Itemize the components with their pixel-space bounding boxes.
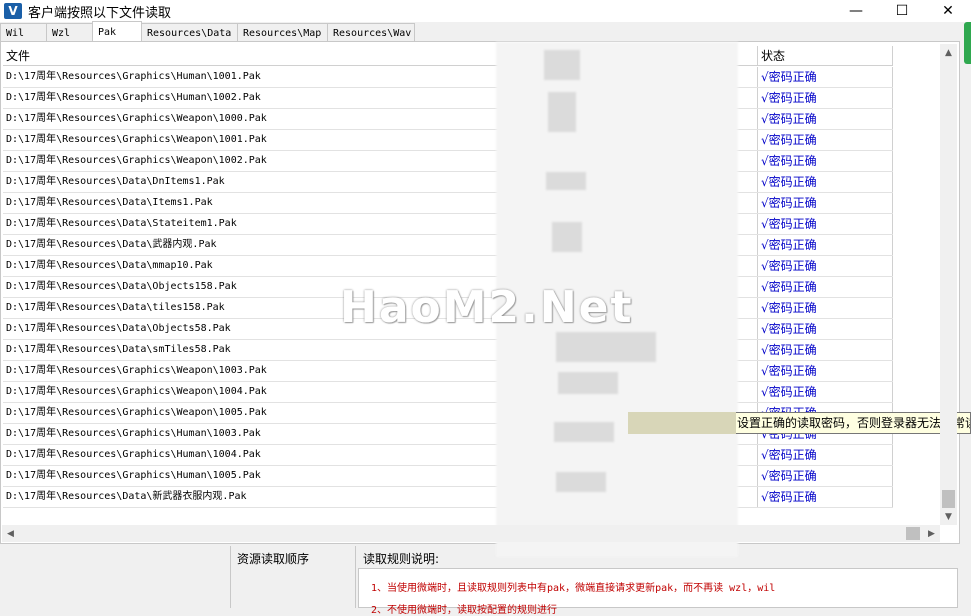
close-button[interactable]: ✕ <box>925 0 971 22</box>
status-cell: √密码正确 <box>758 382 893 402</box>
file-path-cell: D:\17周年\Resources\Graphics\Human\1002.Pa… <box>3 88 544 108</box>
tab-resources-map[interactable]: Resources\Map <box>237 23 328 42</box>
table-row[interactable]: D:\17周年\Resources\Graphics\Weapon\1004.P… <box>3 382 893 403</box>
file-path-cell: D:\17周年\Resources\Graphics\Weapon\1001.P… <box>3 130 544 150</box>
file-path-cell: D:\17周年\Resources\Data\Stateitem1.Pak <box>3 214 544 234</box>
table-row[interactable]: D:\17周年\Resources\Graphics\Human\1004.Pa… <box>3 445 893 466</box>
status-cell: √密码正确 <box>758 193 893 213</box>
rule-line: 1、当使用微端时，且读取规则列表中有pak，微端直接请求更新pak，而不再读 w… <box>371 583 776 594</box>
scroll-down-icon[interactable]: ▼ <box>940 508 957 525</box>
tab-resources-data[interactable]: Resources\Data <box>141 23 238 42</box>
status-cell: √密码正确 <box>758 298 893 318</box>
file-path-cell: D:\17周年\Resources\Graphics\Human\1001.Pa… <box>3 67 544 87</box>
vertical-scroll-thumb[interactable] <box>942 490 955 508</box>
maximize-button[interactable]: ☐ <box>879 0 925 22</box>
file-path-cell: D:\17周年\Resources\Graphics\Weapon\1003.P… <box>3 361 544 381</box>
rules-box: 1、当使用微端时，且读取规则列表中有pak，微端直接请求更新pak，而不再读 w… <box>358 568 958 616</box>
table-row[interactable]: D:\17周年\Resources\Graphics\Human\1002.Pa… <box>3 88 893 109</box>
rule-line: 2、不使用微端时，读取按配置的规则进行 <box>371 605 558 616</box>
status-cell: √密码正确 <box>758 67 893 87</box>
column-header-status[interactable]: 状态 <box>758 46 893 66</box>
status-cell: √密码正确 <box>758 466 893 486</box>
vertical-scrollbar[interactable]: ▲ ▼ <box>940 44 957 525</box>
file-path-cell: D:\17周年\Resources\Graphics\Weapon\1002.P… <box>3 151 544 171</box>
file-path-cell: D:\17周年\Resources\Graphics\Human\1004.Pa… <box>3 445 544 465</box>
status-cell: √密码正确 <box>758 487 893 507</box>
grid-header: 文件 密码 状态 <box>3 46 893 66</box>
table-row[interactable]: D:\17周年\Resources\Data\Items1.Pak √密码正确 <box>3 193 893 214</box>
table-row[interactable]: D:\17周年\Resources\Graphics\Weapon\1002.P… <box>3 151 893 172</box>
title-bar: V 客户端按照以下文件读取 — ☐ ✕ <box>0 0 971 22</box>
table-row[interactable]: D:\17周年\Resources\Graphics\Weapon\1003.P… <box>3 361 893 382</box>
table-row[interactable]: D:\17周年\Resources\Graphics\Weapon\1001.P… <box>3 130 893 151</box>
scroll-left-icon[interactable]: ◀ <box>2 525 19 542</box>
status-cell: √密码正确 <box>758 88 893 108</box>
status-cell: √密码正确 <box>758 277 893 297</box>
status-cell: √密码正确 <box>758 151 893 171</box>
status-cell: √密码正确 <box>758 340 893 360</box>
status-cell: √密码正确 <box>758 109 893 129</box>
table-row[interactable]: D:\17周年\Resources\Data\DnItems1.Pak √密码正确 <box>3 172 893 193</box>
file-path-cell: D:\17周年\Resources\Data\新武器衣服内观.Pak <box>3 487 544 507</box>
scroll-right-icon[interactable]: ▶ <box>923 525 940 542</box>
file-path-cell: D:\17周年\Resources\Graphics\Weapon\1005.P… <box>3 403 544 423</box>
status-cell: √密码正确 <box>758 172 893 192</box>
status-cell: √密码正确 <box>758 130 893 150</box>
column-header-file[interactable]: 文件 <box>3 46 544 66</box>
window-controls: — ☐ ✕ <box>833 0 971 22</box>
file-path-cell: D:\17周年\Resources\Graphics\Weapon\1004.P… <box>3 382 544 402</box>
load-order-label: 资源读取顺序 <box>237 552 310 566</box>
side-accent-bar <box>964 22 971 64</box>
table-row[interactable]: D:\17周年\Resources\Data\新武器衣服内观.Pak √密码正确 <box>3 487 893 508</box>
status-cell: √密码正确 <box>758 319 893 339</box>
table-row[interactable]: D:\17周年\Resources\Data\武器内观.Pak √密码正确 <box>3 235 893 256</box>
file-path-cell: D:\17周年\Resources\Graphics\Human\1003.Pa… <box>3 424 544 444</box>
file-path-cell: D:\17周年\Resources\Data\武器内观.Pak <box>3 235 544 255</box>
watermark: HaoM2.Net <box>340 282 634 333</box>
file-path-cell: D:\17周年\Resources\Graphics\Weapon\1000.P… <box>3 109 544 129</box>
tooltip-redacted-area <box>628 412 736 434</box>
table-row[interactable]: D:\17周年\Resources\Data\smTiles58.Pak √密码正… <box>3 340 893 361</box>
tab-resources-wav[interactable]: Resources\Wav <box>327 23 415 42</box>
table-row[interactable]: D:\17周年\Resources\Data\Stateitem1.Pak √密码… <box>3 214 893 235</box>
file-path-cell: D:\17周年\Resources\Data\mmap10.Pak <box>3 256 544 276</box>
tab-wil[interactable]: Wil <box>0 23 47 42</box>
file-path-cell: D:\17周年\Resources\Data\DnItems1.Pak <box>3 172 544 192</box>
status-cell: √密码正确 <box>758 256 893 276</box>
horizontal-scroll-thumb[interactable] <box>906 527 920 540</box>
status-cell: √密码正确 <box>758 214 893 234</box>
table-row[interactable]: D:\17周年\Resources\Graphics\Weapon\1000.P… <box>3 109 893 130</box>
status-cell: √密码正确 <box>758 445 893 465</box>
rules-label: 读取规则说明: <box>363 552 440 566</box>
window-title: 客户端按照以下文件读取 <box>28 5 172 21</box>
table-row[interactable]: D:\17周年\Resources\Graphics\Human\1005.Pa… <box>3 466 893 487</box>
scroll-up-icon[interactable]: ▲ <box>940 44 957 61</box>
horizontal-scrollbar[interactable]: ◀ ▶ <box>2 525 940 542</box>
app-logo-icon: V <box>4 3 22 19</box>
table-row[interactable]: D:\17周年\Resources\Data\mmap10.Pak √密码正确 <box>3 256 893 277</box>
status-cell: √密码正确 <box>758 361 893 381</box>
tab-wzl[interactable]: Wzl <box>46 23 93 42</box>
table-row[interactable]: D:\17周年\Resources\Graphics\Human\1001.Pa… <box>3 67 893 88</box>
file-path-cell: D:\17周年\Resources\Data\smTiles58.Pak <box>3 340 544 360</box>
minimize-button[interactable]: — <box>833 0 879 22</box>
status-cell: √密码正确 <box>758 235 893 255</box>
file-path-cell: D:\17周年\Resources\Data\Items1.Pak <box>3 193 544 213</box>
tab-pak[interactable]: Pak <box>92 21 142 42</box>
file-path-cell: D:\17周年\Resources\Graphics\Human\1005.Pa… <box>3 466 544 486</box>
load-order-panel: 资源读取顺序 <box>230 546 356 608</box>
tab-strip: Wil Wzl Pak Resources\Data Resources\Map… <box>0 21 415 42</box>
